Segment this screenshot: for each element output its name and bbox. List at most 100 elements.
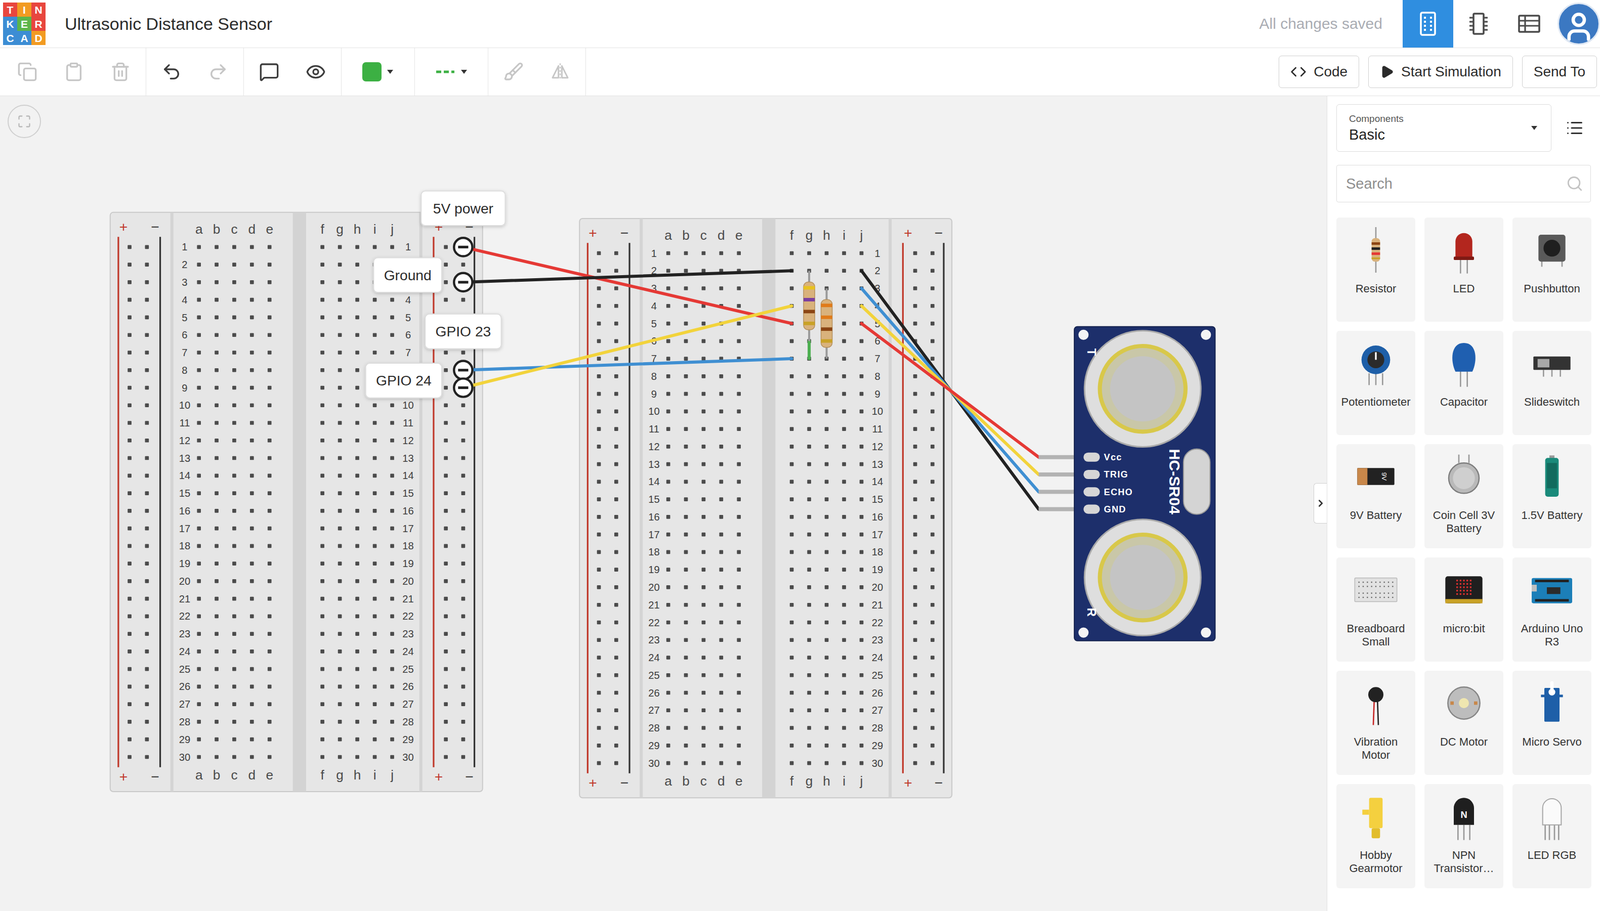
svg-text:22: 22 [648,617,660,629]
breadboard[interactable]: +−+−+−+−abcdefghijabcdefghij112233445566… [579,218,952,798]
component-card[interactable]: 1.5V Battery [1512,444,1592,549]
breadboard-holes[interactable] [127,245,466,760]
svg-text:3: 3 [181,276,188,288]
svg-text:12: 12 [402,435,414,447]
flip-button[interactable] [536,51,584,93]
sensor-pin[interactable]: GND [1083,504,1126,515]
wire[interactable] [808,341,810,359]
svg-text:12: 12 [871,441,883,453]
svg-text:a: a [664,227,672,243]
svg-text:e: e [265,221,274,237]
wire[interactable] [861,323,1039,458]
wire[interactable] [861,270,1039,510]
list-toggle-button[interactable] [1558,111,1591,145]
component-card[interactable]: DC Motor [1424,670,1504,776]
component-card[interactable]: Breadboard Small [1336,557,1416,662]
svg-text:7: 7 [874,353,880,365]
resistor[interactable] [803,270,815,342]
search-field[interactable] [1336,164,1591,203]
view-button[interactable] [1402,0,1454,48]
component-card[interactable]: LED [1424,217,1504,322]
wire[interactable] [462,306,792,389]
redo-button[interactable] [194,51,242,93]
tool-group [2,48,147,96]
component-card[interactable]: 9V9V Battery [1336,444,1416,549]
svg-text:25: 25 [402,663,414,676]
panel-toggle[interactable] [1313,483,1327,524]
svg-text:Vcc: Vcc [1104,452,1123,463]
note-pin-icon[interactable] [453,361,473,380]
wire-color-button[interactable] [343,51,413,93]
paste-button[interactable] [50,51,98,93]
category-dropdown[interactable]: ComponentsBasic [1336,104,1552,152]
wire[interactable] [861,306,1039,475]
wire[interactable] [462,270,792,283]
svg-text:10: 10 [648,405,660,417]
svg-text:15: 15 [179,487,191,499]
search-input[interactable] [1344,175,1562,193]
canvas[interactable]: +−+−+−+−abcdefghijabcdefghij112233445566… [0,96,1327,911]
visibility-button[interactable] [292,51,340,93]
svg-text:9V: 9V [1380,472,1388,481]
component-card[interactable]: NNPN Transistor… [1424,784,1504,889]
svg-text:g: g [335,221,344,237]
canvas-note[interactable]: 5V power [420,191,505,257]
wire[interactable] [861,288,1039,492]
note-button[interactable] [245,51,293,93]
note-pin-icon[interactable] [453,273,473,292]
svg-text:19: 19 [179,558,191,570]
svg-text:+: + [434,768,443,785]
sensor-pin[interactable]: ECHO [1083,487,1133,498]
rail-labels: +−+− [588,774,943,791]
component-card[interactable]: Slideswitch [1512,330,1592,436]
view-button[interactable] [1453,0,1504,48]
component-card[interactable]: Resistor [1336,217,1416,322]
component-card[interactable]: Vibration Motor [1336,670,1416,776]
undo-button[interactable] [148,51,195,93]
canvas-note[interactable]: Ground [373,258,473,293]
brush-button[interactable] [490,51,537,93]
fit-view-button[interactable] [7,104,41,139]
simulate-button[interactable]: Start Simulation [1368,55,1513,89]
svg-text:21: 21 [402,593,414,605]
canvas-note[interactable]: GPIO 24 [365,363,473,399]
column-labels: abcdefghij [664,227,863,243]
component-card[interactable]: Hobby Gearmotor [1336,784,1416,889]
note-pin-icon[interactable] [453,378,473,397]
component-card[interactable]: Micro Servo [1512,670,1592,776]
component-card[interactable]: LED RGB [1512,784,1592,889]
wire[interactable] [462,358,792,371]
component-card[interactable]: Capacitor [1424,330,1504,436]
user-avatar[interactable] [1557,2,1600,46]
component-card[interactable]: micro:bit [1424,557,1504,662]
copy-button[interactable] [4,51,51,93]
svg-text:26: 26 [402,681,414,693]
svg-text:i: i [842,773,846,789]
resistor[interactable] [820,288,832,359]
wire-style-button[interactable] [416,51,486,93]
component-card[interactable]: Arduino Uno R3 [1512,557,1592,662]
wire[interactable] [462,246,792,324]
breadboard[interactable]: +−+−+−+−abcdefghijabcdefghij112233445566… [110,212,483,792]
svg-text:b: b [682,773,690,789]
component-card[interactable]: Potentiometer [1336,330,1416,436]
svg-text:e: e [265,767,274,783]
design-title[interactable]: Ultrasonic Distance Sensor [64,14,273,34]
send-button[interactable]: Send To [1522,55,1597,89]
svg-text:1: 1 [405,241,411,253]
svg-text:18: 18 [402,540,414,552]
delete-button[interactable] [97,51,144,93]
component-label: DC Motor [1440,735,1488,749]
component-card[interactable]: Coin Cell 3V Battery [1424,444,1504,549]
note-pin-icon[interactable] [453,237,473,257]
view-button[interactable] [1503,0,1555,48]
sensor-pin[interactable]: Vcc [1083,452,1122,463]
dropdown-value: Basic [1349,126,1404,144]
sensor-pin[interactable]: TRIG [1083,469,1128,480]
svg-text:11: 11 [179,417,190,429]
svg-text:20: 20 [871,581,883,594]
component-card[interactable]: Pushbutton [1512,217,1592,322]
code-button[interactable]: Code [1278,55,1360,89]
ultrasonic-sensor[interactable]: HC-SR04TRVccTRIGECHOGND [1038,326,1216,642]
logo[interactable]: TINKERCAD [3,2,46,46]
